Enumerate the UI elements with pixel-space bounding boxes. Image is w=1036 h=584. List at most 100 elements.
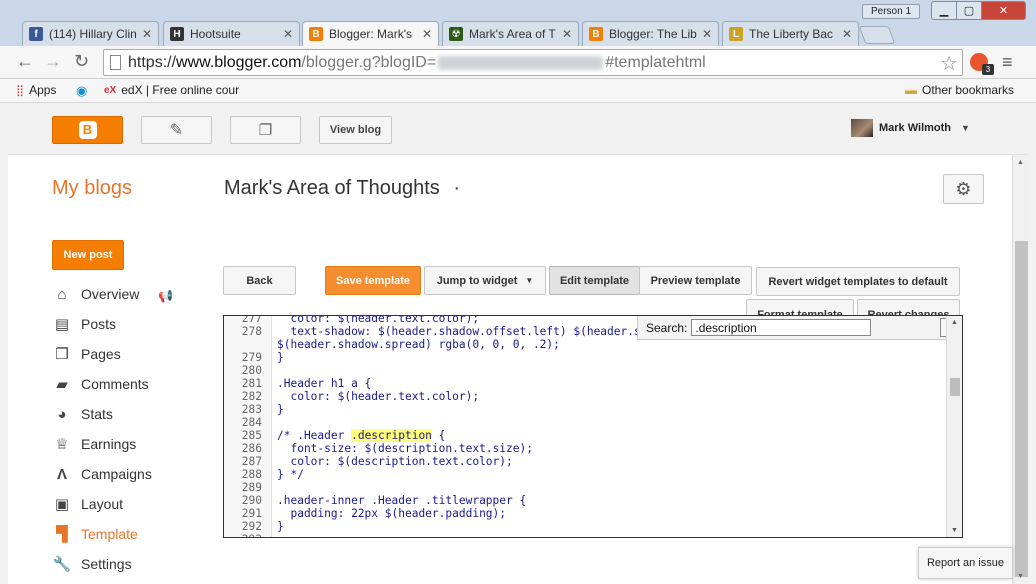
- new-post-pencil-button[interactable]: ✎: [141, 116, 212, 144]
- close-tab-icon[interactable]: ✕: [142, 27, 152, 41]
- other-bookmarks-label: Other bookmarks: [922, 83, 1015, 97]
- browser-tab[interactable]: L The Liberty Bac ✕: [722, 21, 859, 46]
- bookmark-label: edX | Free online cour: [121, 83, 240, 97]
- line-number: 281: [241, 377, 262, 390]
- code-text: color: $(description.text.color);: [277, 455, 513, 468]
- sidebar-item-label: Overview: [81, 286, 140, 302]
- edit-template-button[interactable]: Edit template: [549, 266, 640, 295]
- posts-list-button[interactable]: ❐: [230, 116, 301, 144]
- browser-tab[interactable]: f (114) Hillary Clin ✕: [22, 21, 159, 46]
- blogger-home-button[interactable]: B: [52, 116, 123, 144]
- sidebar-item-label: Settings: [81, 556, 132, 572]
- folder-icon: ▬: [905, 83, 917, 97]
- other-bookmarks[interactable]: ▬ Other bookmarks: [905, 83, 1014, 97]
- sidebar-item-earnings[interactable]: ♕ Earnings: [52, 433, 136, 455]
- save-template-button[interactable]: Save template: [325, 266, 421, 295]
- code-text: padding: 22px $(header.padding);: [277, 507, 507, 520]
- line-number: 291: [241, 507, 262, 520]
- profile-button[interactable]: Person 1: [862, 4, 920, 19]
- pages-icon: ❐: [55, 346, 69, 363]
- bookmark-edx[interactable]: eX edX | Free online cour: [104, 83, 239, 97]
- code-text: /* .Header: [277, 429, 352, 442]
- code-line: 280: [224, 364, 944, 377]
- reload-icon[interactable]: ↻: [74, 51, 89, 72]
- gear-icon: ⚙: [955, 178, 972, 199]
- code-line: 289: [224, 481, 944, 494]
- close-tab-icon[interactable]: ✕: [283, 27, 293, 41]
- report-issue-button[interactable]: Report an issue: [918, 547, 1013, 579]
- code-line: 287 color: $(description.text.color);: [224, 455, 944, 468]
- editor-scroll-thumb[interactable]: [950, 378, 960, 396]
- search-input[interactable]: [691, 319, 872, 336]
- line-number: 287: [241, 455, 262, 468]
- bookmark-star-icon[interactable]: ☆: [940, 51, 958, 76]
- scroll-up-icon[interactable]: ▲: [951, 319, 958, 326]
- sidebar-item-pages[interactable]: ❐ Pages: [52, 343, 120, 365]
- blog-title[interactable]: Mark's Area of Thoughts ·: [224, 177, 460, 200]
- bookmark-att[interactable]: ◉: [76, 83, 92, 99]
- new-post-button[interactable]: New post: [52, 240, 124, 270]
- close-tab-icon[interactable]: ✕: [842, 27, 852, 41]
- my-blogs-link[interactable]: My blogs: [52, 177, 132, 200]
- comment-icon: ▰: [56, 376, 68, 393]
- sidebar-item-posts[interactable]: ▤ Posts: [52, 313, 116, 335]
- sidebar-item-label: Earnings: [81, 436, 137, 452]
- line-number: 282: [241, 390, 262, 403]
- hootsuite-icon: H: [170, 27, 184, 41]
- sidebar-item-layout[interactable]: ▣ Layout: [52, 493, 123, 515]
- user-name: Mark Wilmoth: [879, 122, 952, 134]
- forward-arrow-icon[interactable]: →: [44, 51, 62, 72]
- sidebar-item-template[interactable]: ▜ Template: [52, 523, 138, 545]
- blog-title-text: Mark's Area of Thoughts: [224, 177, 440, 199]
- browser-tab[interactable]: H Hootsuite ✕: [163, 21, 300, 46]
- sidebar-item-settings[interactable]: 🔧 Settings: [52, 553, 132, 575]
- settings-gear-button[interactable]: ⚙: [943, 174, 984, 204]
- line-number: 283: [241, 403, 262, 416]
- jump-to-widget-label: Jump to widget: [436, 274, 518, 287]
- code-text: font-size: $(description.text.size);: [277, 442, 533, 455]
- apps-grid-icon: ⣿: [16, 84, 25, 97]
- avatar: [851, 119, 873, 137]
- close-tab-icon[interactable]: ✕: [422, 27, 432, 41]
- new-tab-button[interactable]: [858, 26, 896, 44]
- minimize-button[interactable]: ▁: [931, 1, 957, 20]
- sidebar-item-overview[interactable]: ⌂ Overview: [52, 283, 139, 305]
- maximize-button[interactable]: ▢: [956, 1, 982, 20]
- line-number: 280: [241, 364, 262, 377]
- layout-icon: ▣: [54, 496, 70, 513]
- back-button[interactable]: Back: [223, 266, 296, 295]
- view-blog-button[interactable]: View blog: [319, 116, 392, 144]
- code-line: 290 .header-inner .Header .titlewrapper {: [224, 494, 944, 507]
- preview-template-button[interactable]: Preview template: [639, 266, 752, 295]
- close-tab-icon[interactable]: ✕: [562, 27, 572, 41]
- address-bar[interactable]: https://www.blogger.com/blogger.g?blogID…: [103, 49, 963, 76]
- wrench-icon: 🔧: [52, 556, 72, 573]
- template-code-editor[interactable]: 277 color: $(header.text.color); 278 text…: [223, 315, 963, 538]
- pencil-icon: ✎: [169, 122, 184, 139]
- close-tab-icon[interactable]: ✕: [702, 27, 712, 41]
- browser-tab-active[interactable]: B Blogger: Mark's ✕: [302, 21, 439, 46]
- url-scheme: https://: [128, 53, 177, 71]
- scroll-down-icon[interactable]: ▼: [1017, 573, 1024, 580]
- sidebar-item-stats[interactable]: ◕ Stats: [52, 403, 112, 425]
- user-menu[interactable]: Mark Wilmoth ▼: [851, 119, 970, 137]
- page-scrollbar[interactable]: ▲ ▼: [1012, 155, 1029, 584]
- bookmark-apps[interactable]: ⣿ Apps: [16, 83, 56, 97]
- facebook-icon: f: [29, 27, 43, 41]
- browser-tab[interactable]: B Blogger: The Lib ✕: [582, 21, 719, 46]
- code-line: 283}: [224, 403, 944, 416]
- close-window-button[interactable]: ✕: [981, 1, 1026, 20]
- template-icon: ▜: [56, 526, 68, 543]
- sidebar-item-label: Posts: [81, 316, 117, 332]
- back-arrow-icon[interactable]: ←: [16, 51, 34, 72]
- jump-to-widget-dropdown[interactable]: Jump to widget ▼: [424, 266, 546, 295]
- chrome-menu-icon[interactable]: ≡: [1002, 52, 1013, 73]
- sidebar-item-campaigns[interactable]: Λ Campaigns: [52, 463, 152, 485]
- revert-widgets-button[interactable]: Revert widget templates to default: [756, 267, 960, 296]
- browser-tab[interactable]: ☢ Mark's Area of T ✕: [442, 21, 579, 46]
- sidebar-item-comments[interactable]: ▰ Comments: [52, 373, 148, 395]
- scroll-down-icon[interactable]: ▼: [951, 527, 958, 534]
- editor-scrollbar[interactable]: ▲ ▼: [946, 316, 962, 537]
- scroll-up-icon[interactable]: ▲: [1017, 159, 1024, 166]
- page-scroll-thumb[interactable]: [1015, 241, 1028, 577]
